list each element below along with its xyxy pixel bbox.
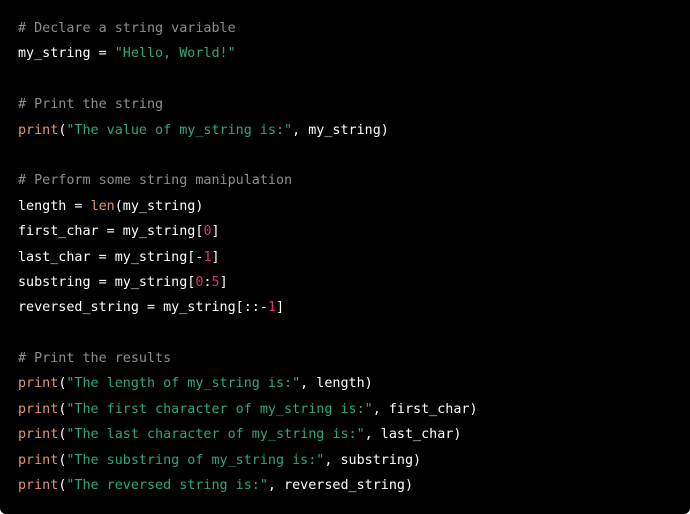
code-line: print("The substring of my_string is:", … [18, 448, 478, 473]
code-line: ​ [18, 67, 478, 92]
builtin-function: print [18, 452, 59, 468]
number-literal: 1 [203, 249, 212, 265]
code-text: : [203, 274, 212, 290]
code-line: reversed_string = my_string[::-1] [18, 295, 478, 320]
code-line: # Declare a string variable [18, 16, 478, 41]
builtin-function: print [18, 122, 59, 138]
code-line: first_char = my_string[0] [18, 219, 478, 244]
builtin-function: len [90, 198, 115, 214]
code-text: , my_string) [292, 122, 389, 138]
code-text: reversed_string = my_string[::- [18, 300, 268, 316]
code-line: length = len(my_string) [18, 194, 478, 219]
code-line: # Print the string [18, 92, 478, 117]
code-line: # Print the results [18, 346, 478, 371]
number-literal: 1 [267, 300, 276, 316]
code-comment: # Print the results [18, 351, 172, 367]
string-literal: "Hello, World!" [114, 46, 236, 62]
code-text: ] [211, 224, 220, 240]
builtin-function: print [18, 401, 59, 417]
code-text: my_string = [18, 46, 115, 62]
code-text: , length) [300, 376, 373, 392]
code-comment: # Declare a string variable [18, 21, 236, 36]
code-block: # Declare a string variable my_string = "… [0, 0, 690, 514]
code-text: , last_char) [364, 427, 462, 443]
code-comment: # Print the string [18, 97, 164, 113]
code-line: print("The first character of my_string … [18, 397, 478, 422]
code-line: my_string = "Hello, World!" [18, 41, 478, 66]
code-line: ​ [18, 321, 478, 346]
string-literal: "The reversed string is:" [66, 478, 268, 494]
code-text: ] [219, 274, 228, 290]
code-text: first_char = my_string[ [18, 224, 204, 240]
code-content[interactable]: # Declare a string variable my_string = "… [18, 16, 478, 498]
code-text: last_char = my_string[- [18, 249, 204, 265]
code-line: print("The length of my_string is:", len… [18, 371, 478, 396]
code-text: ] [211, 249, 220, 265]
code-line: # Perform some string manipulation [18, 168, 478, 193]
code-text: length = [18, 198, 91, 214]
string-literal: "The first character of my_string is:" [66, 401, 373, 417]
code-line: last_char = my_string[-1] [18, 245, 478, 270]
code-line: substring = my_string[0:5] [18, 270, 478, 295]
code-line: print("The reversed string is:", reverse… [18, 473, 478, 498]
string-literal: "The substring of my_string is:" [66, 452, 325, 468]
string-literal: "The value of my_string is:" [66, 122, 293, 138]
code-line: print("The last character of my_string i… [18, 422, 478, 447]
code-text: (my_string) [114, 198, 204, 214]
code-text: substring = my_string[ [18, 274, 196, 290]
string-literal: "The last character of my_string is:" [66, 427, 365, 443]
code-text: ] [275, 300, 285, 316]
number-literal: 0 [203, 224, 212, 240]
code-line: print("The value of my_string is:", my_s… [18, 118, 478, 143]
number-literal: 5 [211, 274, 220, 290]
builtin-function: print [18, 427, 59, 443]
code-comment: # Perform some string manipulation [18, 173, 293, 189]
code-text: , substring) [324, 452, 422, 468]
code-text: , first_char) [372, 401, 478, 417]
code-line: ​ [18, 143, 478, 168]
builtin-function: print [18, 478, 59, 494]
code-text: , reversed_string) [267, 478, 414, 494]
builtin-function: print [18, 376, 59, 392]
string-literal: "The length of my_string is:" [66, 376, 301, 392]
